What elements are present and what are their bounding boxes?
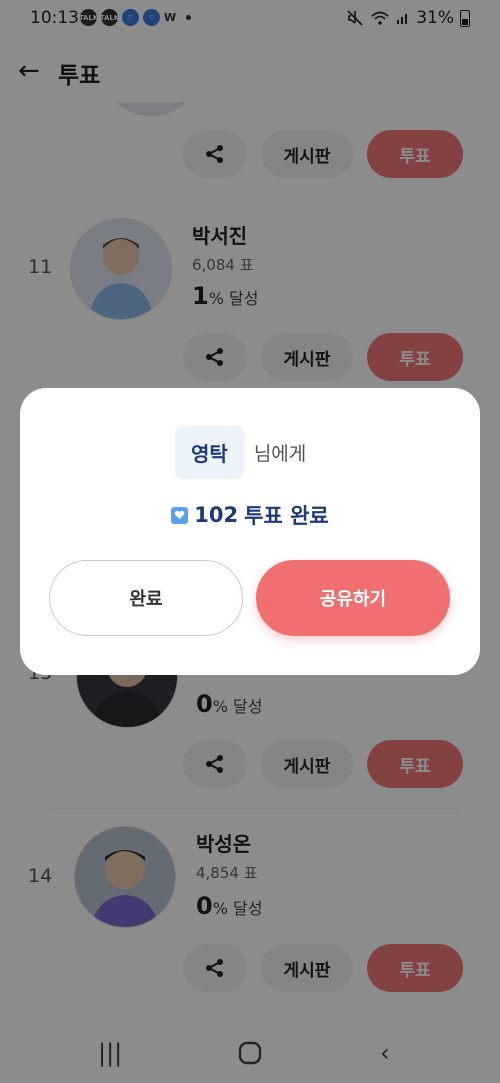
- vote-result-text: 투표 완료: [244, 504, 329, 528]
- share-result-button[interactable]: 공유하기: [256, 560, 450, 636]
- vote-complete-dialog: 영탁 님에게 102 투표 완료 완료 공유하기: [20, 388, 480, 675]
- recipient-name: 영탁: [175, 426, 244, 479]
- vote-amount: 102: [194, 503, 239, 527]
- done-button[interactable]: 완료: [49, 560, 243, 636]
- heart-ticket-icon: [171, 506, 189, 524]
- recipient-suffix: 님에게: [253, 443, 307, 465]
- recipient-line: 영탁 님에게: [175, 426, 306, 479]
- vote-result: 102 투표 완료: [20, 500, 480, 530]
